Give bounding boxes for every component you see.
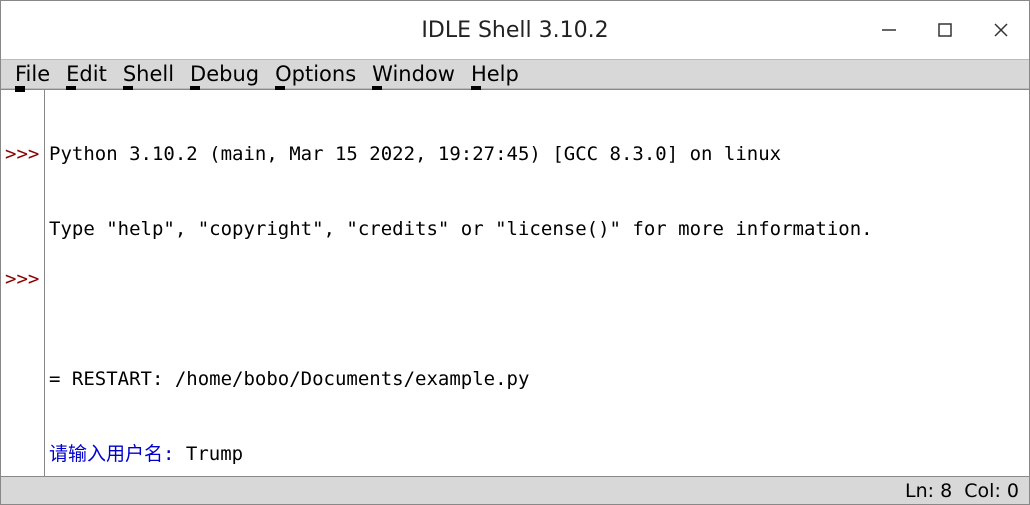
window-title: IDLE Shell 3.10.2	[421, 18, 608, 43]
user-input: Trump	[186, 443, 243, 465]
menu-edit[interactable]: Edit	[58, 62, 115, 86]
menubar: File Edit Shell Debug Options Window Hel…	[1, 59, 1029, 89]
window-controls	[861, 1, 1029, 59]
menu-file[interactable]: File	[7, 62, 58, 86]
menu-window[interactable]: Window	[364, 62, 463, 86]
menu-debug[interactable]: Debug	[182, 62, 267, 86]
banner-line: Type "help", "copyright", "credits" or "…	[49, 217, 1029, 242]
menu-shell[interactable]: Shell	[115, 62, 182, 86]
close-button[interactable]	[973, 1, 1029, 59]
line-label: Ln:	[905, 480, 934, 502]
input-prompt: 请输入用户名:	[49, 443, 186, 465]
prompt-gutter: >>> >>>	[1, 90, 45, 476]
titlebar: IDLE Shell 3.10.2	[1, 1, 1029, 59]
menu-help[interactable]: Help	[463, 62, 527, 86]
col-label: Col:	[964, 480, 1001, 502]
restart-line: = RESTART: /home/bobo/Documents/example.…	[49, 367, 1029, 392]
banner-line: Python 3.10.2 (main, Mar 15 2022, 19:27:…	[49, 142, 1029, 167]
col-value: 0	[1007, 480, 1019, 502]
editor-area: >>> >>> Python 3.10.2 (main, Mar 15 2022…	[1, 89, 1029, 476]
shell-content[interactable]: Python 3.10.2 (main, Mar 15 2022, 19:27:…	[45, 90, 1029, 476]
prompt-marker: >>>	[5, 267, 44, 292]
menu-options[interactable]: Options	[267, 62, 364, 86]
line-value: 8	[940, 480, 952, 502]
io-line: 请输入用户名: Trump	[49, 442, 1029, 467]
minimize-button[interactable]	[861, 1, 917, 59]
statusbar: Ln: 8 Col: 0	[1, 476, 1029, 504]
maximize-button[interactable]	[917, 1, 973, 59]
prompt-marker: >>>	[5, 142, 44, 167]
